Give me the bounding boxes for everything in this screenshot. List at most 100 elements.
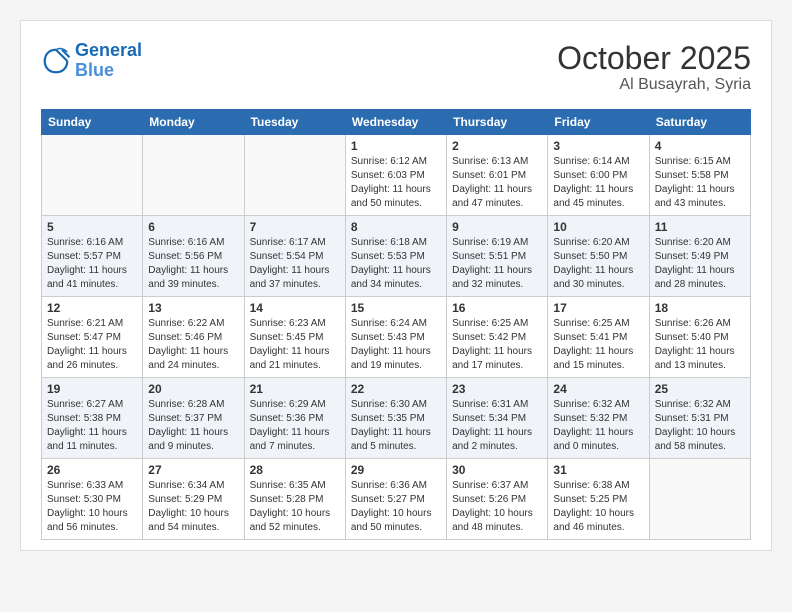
calendar-cell: 25 Sunrise: 6:32 AMSunset: 5:31 PMDayligh… — [649, 378, 750, 459]
day-number: 12 — [47, 301, 137, 315]
calendar-cell: 20 Sunrise: 6:28 AMSunset: 5:37 PMDayligh… — [143, 378, 244, 459]
day-number: 24 — [553, 382, 643, 396]
calendar-cell: 12Sunrise: 6:21 AMSunset: 5:47 PMDayligh… — [42, 297, 143, 378]
cell-content: Sunrise: 6:13 AMSunset: 6:01 PMDaylight:… — [452, 155, 542, 211]
col-saturday: Saturday — [649, 110, 750, 135]
day-number: 26 — [47, 463, 137, 477]
calendar-cell: 1 Sunrise: 6:12 AMSunset: 6:03 PMDaylight… — [345, 135, 446, 216]
calendar-cell: 2 Sunrise: 6:13 AMSunset: 6:01 PMDaylight… — [447, 135, 548, 216]
cell-content: Sunrise: 6:37 AMSunset: 5:26 PMDaylight:… — [452, 479, 542, 535]
cell-content: Sunrise: 6:35 AMSunset: 5:28 PMDaylight:… — [250, 479, 340, 535]
calendar-week-5: 26 Sunrise: 6:33 AMSunset: 5:30 PMDayligh… — [42, 459, 751, 540]
calendar-cell: 24 Sunrise: 6:32 AMSunset: 5:32 PMDayligh… — [548, 378, 649, 459]
calendar-cell — [649, 459, 750, 540]
day-number: 16 — [452, 301, 542, 315]
cell-content: Sunrise: 6:32 AMSunset: 5:32 PMDaylight:… — [553, 398, 643, 454]
calendar-cell: 22 Sunrise: 6:30 AMSunset: 5:35 PMDayligh… — [345, 378, 446, 459]
col-thursday: Thursday — [447, 110, 548, 135]
day-number: 17 — [553, 301, 643, 315]
calendar-cell: 31Sunrise: 6:38 AMSunset: 5:25 PMDayligh… — [548, 459, 649, 540]
calendar-week-4: 19 Sunrise: 6:27 AMSunset: 5:38 PMDayligh… — [42, 378, 751, 459]
calendar-cell: 9 Sunrise: 6:19 AMSunset: 5:51 PMDaylight… — [447, 216, 548, 297]
location: Al Busayrah, Syria — [557, 76, 751, 94]
cell-content: Sunrise: 6:20 AMSunset: 5:50 PMDaylight:… — [553, 236, 643, 292]
day-number: 19 — [47, 382, 137, 396]
cell-content: Sunrise: 6:16 AMSunset: 5:56 PMDaylight:… — [148, 236, 238, 292]
cell-content: Sunrise: 6:12 AMSunset: 6:03 PMDaylight:… — [351, 155, 441, 211]
calendar-cell: 4 Sunrise: 6:15 AMSunset: 5:58 PMDaylight… — [649, 135, 750, 216]
calendar-cell: 21 Sunrise: 6:29 AMSunset: 5:36 PMDayligh… — [244, 378, 345, 459]
day-number: 3 — [553, 139, 643, 153]
calendar-cell: 3 Sunrise: 6:14 AMSunset: 6:00 PMDaylight… — [548, 135, 649, 216]
cell-content: Sunrise: 6:14 AMSunset: 6:00 PMDaylight:… — [553, 155, 643, 211]
cell-content: Sunrise: 6:18 AMSunset: 5:53 PMDaylight:… — [351, 236, 441, 292]
day-number: 15 — [351, 301, 441, 315]
title-block: October 2025 Al Busayrah, Syria — [557, 41, 751, 94]
cell-content: Sunrise: 6:23 AMSunset: 5:45 PMDaylight:… — [250, 317, 340, 373]
day-number: 2 — [452, 139, 542, 153]
cell-content: Sunrise: 6:29 AMSunset: 5:36 PMDaylight:… — [250, 398, 340, 454]
day-number: 7 — [250, 220, 340, 234]
calendar-cell: 11 Sunrise: 6:20 AMSunset: 5:49 PMDayligh… — [649, 216, 750, 297]
day-number: 9 — [452, 220, 542, 234]
cell-content: Sunrise: 6:25 AMSunset: 5:42 PMDaylight:… — [452, 317, 542, 373]
day-number: 1 — [351, 139, 441, 153]
cell-content: Sunrise: 6:26 AMSunset: 5:40 PMDaylight:… — [655, 317, 745, 373]
cell-content: Sunrise: 6:19 AMSunset: 5:51 PMDaylight:… — [452, 236, 542, 292]
calendar-cell: 18 Sunrise: 6:26 AMSunset: 5:40 PMDayligh… — [649, 297, 750, 378]
col-sunday: Sunday — [42, 110, 143, 135]
calendar-week-3: 12Sunrise: 6:21 AMSunset: 5:47 PMDayligh… — [42, 297, 751, 378]
calendar-cell: 30 Sunrise: 6:37 AMSunset: 5:26 PMDayligh… — [447, 459, 548, 540]
cell-content: Sunrise: 6:20 AMSunset: 5:49 PMDaylight:… — [655, 236, 745, 292]
calendar-cell: 27 Sunrise: 6:34 AMSunset: 5:29 PMDayligh… — [143, 459, 244, 540]
cell-content: Sunrise: 6:38 AMSunset: 5:25 PMDaylight:… — [553, 479, 643, 535]
calendar-cell: 19 Sunrise: 6:27 AMSunset: 5:38 PMDayligh… — [42, 378, 143, 459]
day-number: 21 — [250, 382, 340, 396]
calendar-cell: 26 Sunrise: 6:33 AMSunset: 5:30 PMDayligh… — [42, 459, 143, 540]
day-number: 29 — [351, 463, 441, 477]
cell-content: Sunrise: 6:27 AMSunset: 5:38 PMDaylight:… — [47, 398, 137, 454]
day-number: 18 — [655, 301, 745, 315]
calendar-table: Sunday Monday Tuesday Wednesday Thursday… — [41, 109, 751, 540]
day-number: 13 — [148, 301, 238, 315]
day-number: 11 — [655, 220, 745, 234]
page-header: GeneralBlue October 2025 Al Busayrah, Sy… — [41, 41, 751, 94]
calendar-week-1: 1 Sunrise: 6:12 AMSunset: 6:03 PMDaylight… — [42, 135, 751, 216]
calendar-cell: 8Sunrise: 6:18 AMSunset: 5:53 PMDaylight… — [345, 216, 446, 297]
col-monday: Monday — [143, 110, 244, 135]
logo-text: GeneralBlue — [75, 41, 142, 81]
day-number: 14 — [250, 301, 340, 315]
day-number: 20 — [148, 382, 238, 396]
day-number: 10 — [553, 220, 643, 234]
day-number: 28 — [250, 463, 340, 477]
cell-content: Sunrise: 6:28 AMSunset: 5:37 PMDaylight:… — [148, 398, 238, 454]
calendar-cell: 23 Sunrise: 6:31 AMSunset: 5:34 PMDayligh… — [447, 378, 548, 459]
cell-content: Sunrise: 6:15 AMSunset: 5:58 PMDaylight:… — [655, 155, 745, 211]
day-number: 25 — [655, 382, 745, 396]
calendar-week-2: 5Sunrise: 6:16 AMSunset: 5:57 PMDaylight… — [42, 216, 751, 297]
day-number: 23 — [452, 382, 542, 396]
cell-content: Sunrise: 6:30 AMSunset: 5:35 PMDaylight:… — [351, 398, 441, 454]
calendar-cell: 5Sunrise: 6:16 AMSunset: 5:57 PMDaylight… — [42, 216, 143, 297]
col-wednesday: Wednesday — [345, 110, 446, 135]
logo: GeneralBlue — [41, 41, 142, 81]
cell-content: Sunrise: 6:25 AMSunset: 5:41 PMDaylight:… — [553, 317, 643, 373]
day-number: 4 — [655, 139, 745, 153]
calendar-cell — [42, 135, 143, 216]
calendar-cell: 6Sunrise: 6:16 AMSunset: 5:56 PMDaylight… — [143, 216, 244, 297]
calendar-container: GeneralBlue October 2025 Al Busayrah, Sy… — [20, 20, 772, 551]
calendar-cell — [244, 135, 345, 216]
cell-content: Sunrise: 6:33 AMSunset: 5:30 PMDaylight:… — [47, 479, 137, 535]
day-number: 22 — [351, 382, 441, 396]
cell-content: Sunrise: 6:16 AMSunset: 5:57 PMDaylight:… — [47, 236, 137, 292]
calendar-cell: 29Sunrise: 6:36 AMSunset: 5:27 PMDayligh… — [345, 459, 446, 540]
day-number: 27 — [148, 463, 238, 477]
calendar-cell: 17 Sunrise: 6:25 AMSunset: 5:41 PMDayligh… — [548, 297, 649, 378]
calendar-cell: 28 Sunrise: 6:35 AMSunset: 5:28 PMDayligh… — [244, 459, 345, 540]
calendar-header-row: Sunday Monday Tuesday Wednesday Thursday… — [42, 110, 751, 135]
cell-content: Sunrise: 6:31 AMSunset: 5:34 PMDaylight:… — [452, 398, 542, 454]
cell-content: Sunrise: 6:34 AMSunset: 5:29 PMDaylight:… — [148, 479, 238, 535]
cell-content: Sunrise: 6:32 AMSunset: 5:31 PMDaylight:… — [655, 398, 745, 454]
day-number: 30 — [452, 463, 542, 477]
calendar-cell: 10 Sunrise: 6:20 AMSunset: 5:50 PMDayligh… — [548, 216, 649, 297]
